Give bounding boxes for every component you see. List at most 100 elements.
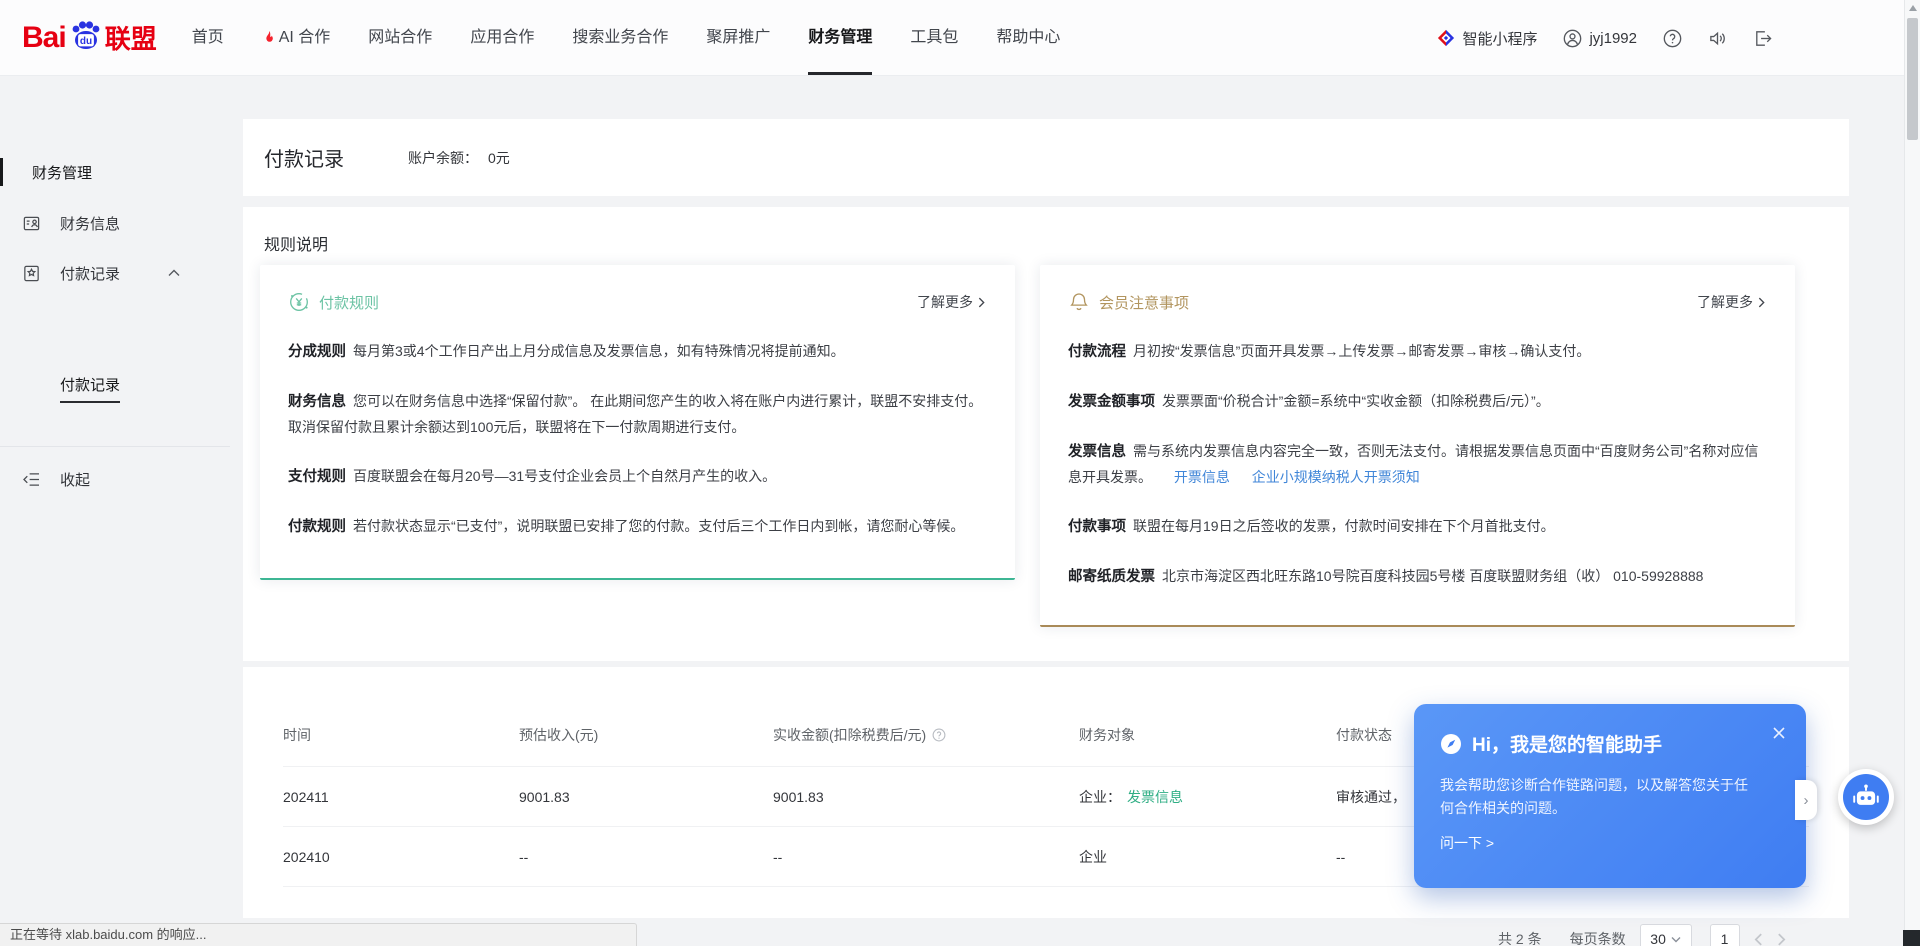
robot-icon [1843, 774, 1889, 820]
nav-item-help-center[interactable]: 帮助中心 [977, 0, 1079, 76]
nav-right-cluster: 智能小程序 jyj1992 [1437, 0, 1772, 76]
question-circle-icon[interactable] [932, 728, 946, 742]
payment-rules-card-header: 付款规则 了解更多 [260, 265, 1015, 313]
logo-bai-text: Bai [22, 21, 66, 55]
cell-time: 202411 [283, 789, 519, 805]
help-icon[interactable] [1663, 29, 1682, 48]
chevron-right-icon [1758, 297, 1765, 308]
close-icon[interactable] [1772, 726, 1786, 740]
invoice-info-link[interactable]: 开票信息 [1174, 469, 1230, 485]
cell-time: 202410 [283, 849, 519, 865]
pagination: 共 2 条 每页条数 30 1 [1498, 924, 1786, 946]
sidebar-item-payment-records[interactable]: 付款记录 [0, 259, 214, 287]
account-balance: 账户余额： 0元 [408, 148, 510, 168]
cell-received: 9001.83 [773, 789, 1079, 805]
col-finance-object: 财务对象 [1079, 725, 1336, 745]
rule-item: 支付规则百度联盟会在每月20号—31号支付企业会员上个自然月产生的收入。 [288, 464, 987, 490]
nav-item-search[interactable]: 搜索业务合作 [553, 0, 687, 76]
nav-menu: 首页 AI 合作 网站合作 应用合作 搜索业务合作 聚屏推广 财务管理 工具包 … [173, 0, 1080, 76]
cell-finance-object: 企业： 发票信息 [1079, 787, 1336, 807]
nav-item-screen[interactable]: 聚屏推广 [687, 0, 789, 76]
payment-rule-icon [288, 291, 310, 313]
rules-section-card: 规则说明 付款规则 了解更多 分成规则每月第3或4个工作日产出上月分 [243, 207, 1849, 661]
miniapp-icon [1437, 29, 1455, 47]
rule-item: 付款事项联盟在每月19日之后签收的发票，付款时间安排在下个月首批支付。 [1068, 514, 1767, 540]
sidebar-group-finance-management: 财务管理 [0, 158, 92, 186]
scrollbar[interactable] [1904, 0, 1920, 946]
sound-icon[interactable] [1708, 29, 1727, 48]
rule-item: 付款流程月初按“发票信息”页面开具发票→上传发票→邮寄发票→审核→确认支付。 [1068, 339, 1767, 365]
per-page-select[interactable]: 30 [1640, 924, 1692, 946]
payment-rules-title: 付款规则 [319, 292, 379, 313]
cell-estimated: 9001.83 [519, 789, 773, 805]
balance-value: 0元 [488, 148, 510, 168]
member-notice-body: 付款流程月初按“发票信息”页面开具发票→上传发票→邮寄发票→审核→确认支付。 发… [1040, 313, 1795, 590]
nav-item-website[interactable]: 网站合作 [349, 0, 451, 76]
assistant-popup-header: Hi，我是您的智能助手 [1440, 730, 1780, 757]
sidebar-subitem-payment-records[interactable]: 付款记录 [60, 374, 120, 403]
assistant-title: Hi，我是您的智能助手 [1472, 730, 1662, 757]
cell-finance-object: 企业 [1079, 847, 1336, 867]
cell-received: -- [773, 849, 1079, 865]
sidebar-collapse-button[interactable]: 收起 [0, 465, 214, 493]
finance-info-icon [22, 214, 41, 233]
rule-item: 发票信息需与系统内发票信息内容完全一致，否则无法支付。请根据发票信息页面中“百度… [1068, 439, 1767, 490]
prev-page-icon[interactable] [1754, 933, 1763, 946]
baidu-paw-icon: du [67, 18, 103, 57]
compass-icon [1440, 733, 1462, 755]
rule-item: 财务信息您可以在财务信息中选择“保留付款”。 在此期间您产生的收入将在账户内进行… [288, 389, 987, 440]
baidu-union-logo[interactable]: Bai du 联盟 [22, 18, 157, 57]
ask-now-link[interactable]: 问一下 > [1440, 833, 1494, 853]
sidebar-divider [0, 446, 230, 447]
nav-item-app[interactable]: 应用合作 [451, 0, 553, 76]
invoice-info-table-link[interactable]: 发票信息 [1127, 787, 1183, 807]
flame-icon [262, 30, 275, 46]
chevron-up-icon[interactable] [168, 269, 180, 277]
top-navigation: Bai du 联盟 首页 AI 合作 网站合作 应用合作 [0, 0, 1920, 76]
payment-rules-more-link[interactable]: 了解更多 [917, 292, 985, 312]
screen-corner-artifact [1903, 930, 1920, 946]
balance-label: 账户余额： [408, 148, 478, 168]
nav-item-home[interactable]: 首页 [173, 0, 243, 76]
collapse-icon [22, 472, 41, 487]
user-icon [1563, 29, 1582, 48]
member-notice-card: 会员注意事项 了解更多 付款流程月初按“发票信息”页面开具发票→上传发票→邮寄发… [1040, 265, 1795, 627]
logout-icon[interactable] [1753, 29, 1772, 48]
rule-item: 发票金额事项发票票面“价税合计”金额=系统中“实收金额（扣除税费后/元）”。 [1068, 389, 1767, 415]
next-page-icon[interactable] [1777, 933, 1786, 946]
status-text: 正在等待 xlab.baidu.com 的响应... [10, 927, 207, 942]
smart-miniapp-entry[interactable]: 智能小程序 [1437, 28, 1537, 49]
popup-collapse-tab[interactable]: › [1795, 780, 1817, 820]
col-time: 时间 [283, 725, 519, 745]
user-account[interactable]: jyj1992 [1563, 29, 1637, 48]
sidebar-item-finance-info[interactable]: 财务信息 [0, 209, 214, 237]
payment-rules-card: 付款规则 了解更多 分成规则每月第3或4个工作日产出上月分成信息及发票信息，如有… [260, 265, 1015, 580]
browser-status-bar: 正在等待 xlab.baidu.com 的响应... [0, 923, 637, 946]
member-notice-title: 会员注意事项 [1099, 292, 1189, 313]
chevron-right-icon [978, 297, 985, 308]
page-header-card: 付款记录 账户余额： 0元 [243, 119, 1849, 196]
logo-union-text: 联盟 [105, 19, 157, 56]
nav-item-finance[interactable]: 财务管理 [789, 0, 891, 76]
page-title: 付款记录 [264, 143, 344, 172]
sidebar: 财务管理 财务信息 付款记录 付款记录 [0, 76, 243, 946]
scroll-up-arrow-icon[interactable] [1909, 5, 1917, 11]
nav-item-toolkit[interactable]: 工具包 [891, 0, 977, 76]
rule-item: 付款规则若付款状态显示“已支付”，说明联盟已安排了您的付款。支付后三个工作日内到… [288, 514, 987, 540]
nav-item-ai[interactable]: AI 合作 [243, 0, 350, 76]
rules-section-title: 规则说明 [264, 231, 328, 255]
member-notice-more-link[interactable]: 了解更多 [1697, 292, 1765, 312]
page-number-1[interactable]: 1 [1710, 924, 1740, 946]
member-notice-bell-icon [1068, 291, 1090, 313]
assistant-message: 我会帮助您诊断合作链路问题，以及解答您关于任何合作相关的问题。 [1440, 774, 1750, 820]
svg-text:du: du [80, 36, 92, 47]
rule-item: 分成规则每月第3或4个工作日产出上月分成信息及发票信息，如有特殊情况将提前通知。 [288, 339, 987, 365]
assistant-avatar-button[interactable] [1838, 769, 1894, 825]
cell-estimated: -- [519, 849, 773, 865]
scrollbar-thumb[interactable] [1907, 18, 1918, 140]
per-page-label: 每页条数 [1570, 929, 1626, 946]
col-received-amount: 实收金额(扣除税费后/元) [773, 725, 1079, 745]
small-taxpayer-notice-link[interactable]: 企业小规模纳税人开票须知 [1252, 469, 1420, 485]
rule-item: 邮寄纸质发票北京市海淀区西北旺东路10号院百度科技园5号楼 百度联盟财务组（收）… [1068, 564, 1767, 590]
payment-record-icon [22, 264, 41, 283]
